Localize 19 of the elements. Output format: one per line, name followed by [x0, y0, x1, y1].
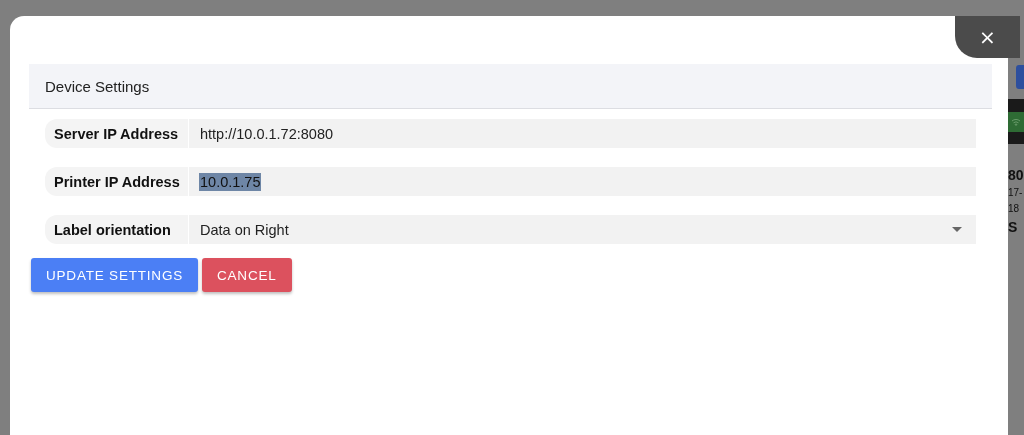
background-text: 17-: [1008, 188, 1023, 198]
field-value: Data on Right: [199, 220, 290, 239]
input-field[interactable]: 10.0.1.75: [189, 167, 976, 196]
field-label: Server IP Address: [45, 119, 188, 148]
dropdown-caret-icon: [952, 227, 962, 232]
input-field[interactable]: http://10.0.1.72:8080: [189, 119, 976, 148]
field-value: 10.0.1.75: [199, 172, 262, 191]
select-field[interactable]: Data on Right: [189, 215, 976, 244]
update-button[interactable]: UPDATE SETTINGS: [31, 258, 198, 292]
background-text: S: [1008, 220, 1018, 234]
background-text: 80: [1008, 168, 1024, 182]
wifi-icon: [1011, 117, 1021, 126]
field-label: Printer IP Address: [45, 167, 188, 196]
field-label: Label orientation: [45, 215, 188, 244]
background-text: 18: [1008, 204, 1020, 214]
close-button[interactable]: ×: [955, 16, 1020, 58]
cancel-button[interactable]: CANCEL: [202, 258, 292, 292]
field-value: http://10.0.1.72:8080: [199, 124, 335, 143]
dialog-title: Device Settings: [45, 77, 150, 95]
